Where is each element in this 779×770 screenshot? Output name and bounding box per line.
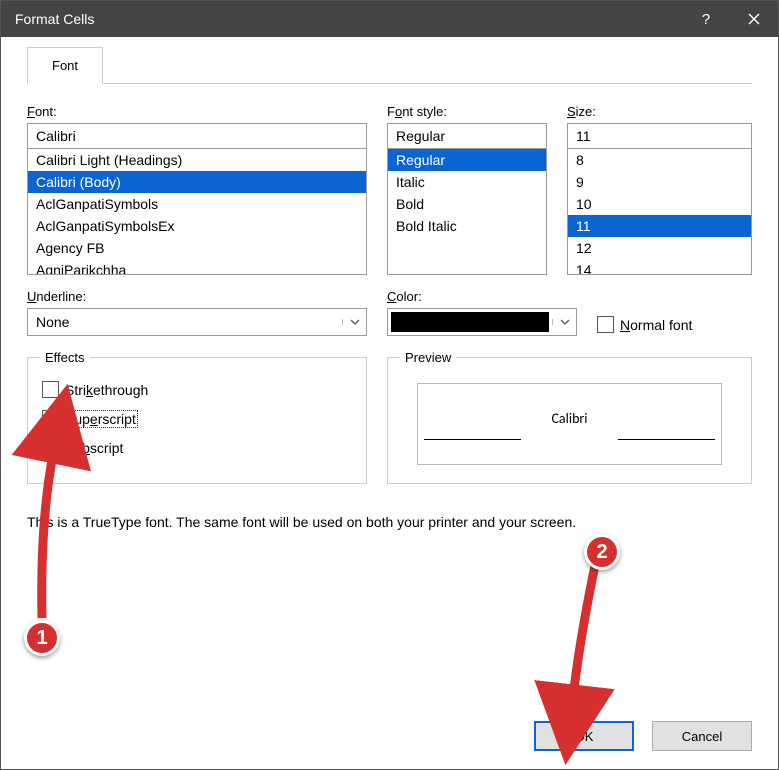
list-item[interactable]: Regular <box>388 149 546 171</box>
checkbox-icon <box>42 381 59 398</box>
size-input[interactable] <box>567 123 752 149</box>
normal-font-checkbox[interactable]: Normal font <box>597 316 692 333</box>
truetype-note: This is a TrueType font. The same font w… <box>27 514 752 530</box>
subscript-checkbox[interactable]: Subscript <box>42 439 354 456</box>
tab-font[interactable]: Font <box>27 47 103 84</box>
font-listbox[interactable]: Calibri Light (Headings) Calibri (Body) … <box>27 149 367 275</box>
ok-button[interactable]: OK <box>534 721 634 751</box>
list-item[interactable]: 11 <box>568 215 751 237</box>
list-item[interactable]: Agency FB <box>28 237 366 259</box>
color-label: Color: <box>387 289 577 304</box>
underline-select[interactable]: None <box>27 308 367 336</box>
list-item[interactable]: Bold Italic <box>388 215 546 237</box>
cancel-button[interactable]: Cancel <box>652 721 752 751</box>
titlebar: Format Cells ? <box>1 1 778 37</box>
dialog-actions: OK Cancel <box>27 701 752 751</box>
preview-baseline <box>424 439 521 440</box>
color-swatch <box>391 312 549 332</box>
preview-baseline <box>618 439 715 440</box>
format-cells-dialog: Format Cells ? Font Font: Calibri Light … <box>0 0 779 770</box>
list-item[interactable]: AclGanpatiSymbols <box>28 193 366 215</box>
color-select[interactable] <box>387 308 577 336</box>
preview-legend: Preview <box>400 350 456 365</box>
list-item[interactable]: Bold <box>388 193 546 215</box>
underline-label: Underline: <box>27 289 367 304</box>
dialog-content: Font Font: Calibri Light (Headings) Cali… <box>1 37 778 769</box>
list-item[interactable]: 8 <box>568 149 751 171</box>
font-style-input[interactable] <box>387 123 547 149</box>
size-listbox[interactable]: 8 9 10 11 12 14 <box>567 149 752 275</box>
list-item[interactable]: 9 <box>568 171 751 193</box>
list-item[interactable]: 12 <box>568 237 751 259</box>
size-label: Size: <box>567 104 752 119</box>
preview-group: Preview Calibri <box>387 350 752 484</box>
strikethrough-checkbox[interactable]: Strikethrough <box>42 381 354 398</box>
close-icon <box>748 13 760 25</box>
window-title: Format Cells <box>15 11 682 27</box>
checkbox-icon <box>42 439 59 456</box>
subscript-label: Subscript <box>65 440 123 456</box>
superscript-label: Superscript <box>65 411 136 427</box>
list-item[interactable]: Italic <box>388 171 546 193</box>
list-item[interactable]: AclGanpatiSymbolsEx <box>28 215 366 237</box>
list-item[interactable]: Calibri Light (Headings) <box>28 149 366 171</box>
preview-sample: Calibri <box>551 410 587 427</box>
effects-group: Effects Strikethrough Superscript <box>27 350 367 484</box>
close-button[interactable] <box>730 1 778 37</box>
list-item[interactable]: 14 <box>568 259 751 275</box>
font-label: Font: <box>27 104 367 119</box>
superscript-checkbox[interactable]: Superscript <box>42 410 354 427</box>
chevron-down-icon <box>342 319 366 325</box>
tab-strip: Font <box>27 47 752 84</box>
chevron-down-icon <box>552 319 576 325</box>
font-style-listbox[interactable]: Regular Italic Bold Bold Italic <box>387 149 547 275</box>
help-button[interactable]: ? <box>682 1 730 37</box>
font-style-label: Font style: <box>387 104 547 119</box>
strikethrough-label: Strikethrough <box>65 382 148 398</box>
checkbox-icon <box>42 410 59 427</box>
list-item[interactable]: 10 <box>568 193 751 215</box>
list-item[interactable]: Calibri (Body) <box>28 171 366 193</box>
preview-box: Calibri <box>417 383 722 465</box>
normal-font-label: Normal font <box>620 317 692 333</box>
underline-value: None <box>28 314 342 330</box>
effects-legend: Effects <box>40 350 90 365</box>
list-item[interactable]: AgniParikchha <box>28 259 366 275</box>
checkbox-icon <box>597 316 614 333</box>
font-input[interactable] <box>27 123 367 149</box>
